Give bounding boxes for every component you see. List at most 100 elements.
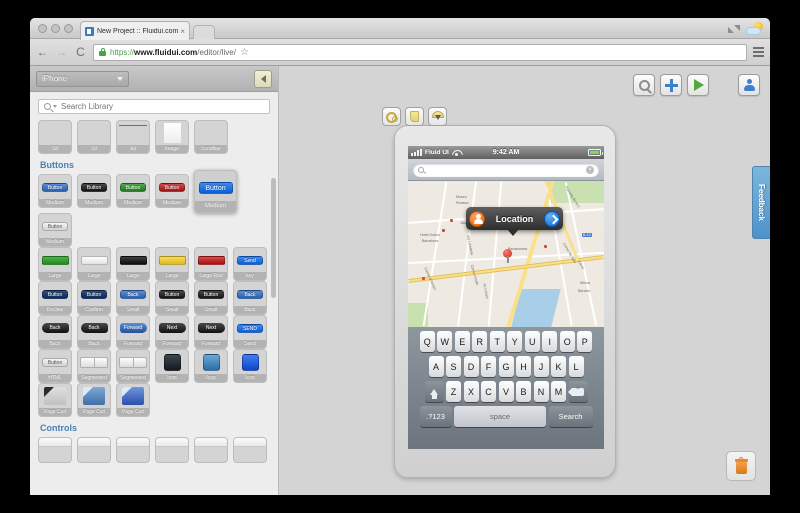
key-h[interactable]: H	[516, 356, 531, 377]
feedback-tab[interactable]: Feedback	[752, 166, 770, 239]
backspace-key[interactable]	[568, 381, 588, 402]
phone-search-bar[interactable]: ×	[408, 159, 604, 181]
key-e[interactable]: E	[454, 331, 470, 352]
library-item[interactable]: Page Curl	[116, 383, 150, 417]
library-item[interactable]: Send key	[233, 247, 267, 281]
key-g[interactable]: G	[498, 356, 514, 377]
key-i[interactable]: I	[542, 331, 558, 352]
clear-icon[interactable]: ×	[586, 165, 594, 174]
library-item[interactable]: Icon	[155, 349, 189, 383]
traffic-close-icon[interactable]	[38, 24, 47, 33]
numeric-key[interactable]: .?123	[419, 406, 452, 427]
key-t[interactable]: T	[489, 331, 505, 352]
reload-button[interactable]: C	[74, 46, 87, 58]
preview-button[interactable]	[687, 74, 709, 96]
library-item[interactable]: Back Small	[116, 281, 150, 315]
library-item[interactable]	[77, 437, 111, 463]
key-n[interactable]: N	[533, 381, 549, 402]
back-button[interactable]: ←	[36, 46, 49, 58]
library-item[interactable]: Back Back	[77, 315, 111, 349]
phone-keyboard[interactable]: QWERTYUIOP ASDFGHJKL ZXCVBNM .?123 space…	[408, 327, 604, 449]
traffic-minimize-icon[interactable]	[51, 24, 60, 33]
library-item[interactable]: Page Curl	[77, 383, 111, 417]
library-item[interactable]: Button Confirm	[77, 281, 111, 315]
library-item[interactable]: Scrollbar	[194, 120, 228, 154]
library-item[interactable]: Page Curl	[38, 383, 72, 417]
gestures-button[interactable]	[428, 107, 447, 126]
library-item[interactable]: Large	[77, 247, 111, 281]
library-item[interactable]: Button Small	[194, 281, 228, 315]
library-item[interactable]: Button HTML	[38, 349, 72, 383]
library-item[interactable]: Button Medium	[116, 174, 150, 208]
phone-search-field[interactable]: ×	[413, 162, 599, 177]
trash-button[interactable]	[726, 451, 756, 481]
search-key[interactable]: Search	[548, 406, 593, 427]
library-item[interactable]: Next Forward	[155, 315, 189, 349]
library-item[interactable]: Image	[155, 120, 189, 154]
key-r[interactable]: R	[472, 331, 488, 352]
shift-key[interactable]	[424, 381, 444, 402]
key-w[interactable]: W	[437, 331, 453, 352]
key-o[interactable]: O	[559, 331, 575, 352]
key-q[interactable]: Q	[419, 331, 435, 352]
key-j[interactable]: J	[533, 356, 549, 377]
library-item[interactable]: Button Medium	[194, 170, 237, 213]
phone-mockup[interactable]: Fluid UI 9:42 AM × Museu Picasso Hotel G…	[382, 107, 616, 478]
library-item[interactable]: Large	[116, 247, 150, 281]
key-d[interactable]: D	[463, 356, 479, 377]
zoom-out-button[interactable]	[633, 74, 655, 96]
key-p[interactable]: P	[577, 331, 593, 352]
library-item[interactable]: Button Medium	[155, 174, 189, 208]
key-b[interactable]: B	[516, 381, 531, 402]
key-x[interactable]: X	[463, 381, 479, 402]
library-item[interactable]: Icon	[233, 349, 267, 383]
library-item[interactable]	[38, 437, 72, 463]
key-u[interactable]: U	[524, 331, 540, 352]
new-tab-button[interactable]	[193, 25, 215, 39]
map-callout[interactable]: Location	[466, 207, 563, 236]
space-key[interactable]: space	[454, 406, 546, 427]
library-item[interactable]: Button Medium	[38, 174, 72, 208]
library-item[interactable]: Back Back	[38, 315, 72, 349]
library-item[interactable]: Stl	[38, 120, 72, 154]
library-item[interactable]: SEND Send	[233, 315, 267, 349]
library-item[interactable]: Next Forward	[194, 315, 228, 349]
key-l[interactable]: L	[568, 356, 584, 377]
notes-button[interactable]	[405, 107, 424, 126]
library-item[interactable]: Back Back	[233, 281, 267, 315]
library-item[interactable]: Large Red	[194, 247, 228, 281]
library-item[interactable]: Icon	[194, 349, 228, 383]
map-view[interactable]: Museu Picasso Jaume Hotel Gotico Barcelo…	[408, 181, 604, 327]
key-z[interactable]: Z	[446, 381, 461, 402]
account-button[interactable]	[738, 74, 760, 96]
key-y[interactable]: Y	[507, 331, 523, 352]
weather-icon[interactable]	[746, 22, 763, 35]
library-item[interactable]	[155, 437, 189, 463]
browser-tab[interactable]: New Project :: Fluidui.com ×	[80, 21, 190, 40]
library-item[interactable]: Button Medium	[38, 213, 72, 247]
library-item[interactable]	[194, 437, 228, 463]
library-item[interactable]: Ad	[116, 120, 150, 154]
collapse-panel-button[interactable]	[254, 69, 272, 88]
editor-canvas[interactable]: Fluid UI 9:42 AM × Museu Picasso Hotel G…	[279, 66, 770, 495]
map-pin-icon[interactable]	[503, 249, 512, 263]
hamburger-icon[interactable]	[753, 47, 764, 57]
add-button[interactable]	[660, 74, 682, 96]
key-k[interactable]: K	[551, 356, 566, 377]
key-m[interactable]: M	[551, 381, 566, 402]
library-scroll[interactable]: Stl Stl Ad Image Scrollbar Buttons Button Medi…	[30, 118, 278, 495]
device-selector[interactable]: iPhone	[36, 70, 129, 87]
library-item[interactable]	[116, 437, 150, 463]
key-c[interactable]: C	[481, 381, 496, 402]
star-icon[interactable]: ☆	[240, 47, 249, 58]
key-v[interactable]: V	[498, 381, 514, 402]
library-item[interactable]: Button Decline	[38, 281, 72, 315]
library-item[interactable]	[233, 437, 267, 463]
search-library-box[interactable]	[38, 99, 270, 114]
search-input[interactable]	[61, 102, 264, 111]
library-item[interactable]: Segmented	[116, 349, 150, 383]
library-scrollbar[interactable]	[271, 178, 276, 298]
url-bar[interactable]: https://www.fluidui.com/editor/live/ ☆	[93, 43, 747, 61]
close-icon[interactable]: ×	[180, 27, 185, 36]
disclosure-arrow-icon[interactable]	[544, 210, 560, 227]
